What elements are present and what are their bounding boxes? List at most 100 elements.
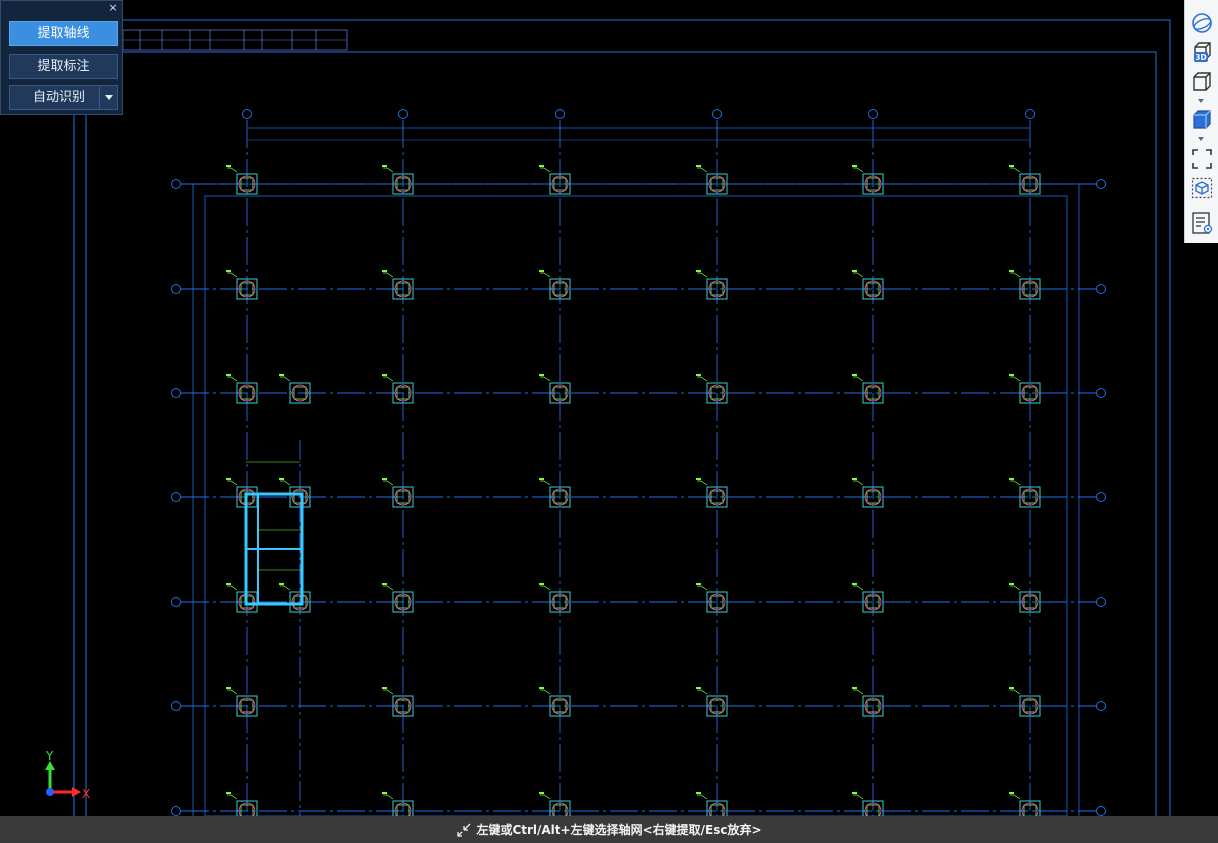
inner-frame-border (85, 51, 1157, 816)
column-tag (1009, 792, 1014, 794)
column-leader (383, 167, 394, 173)
column-tag (696, 270, 701, 272)
column-leader (280, 480, 291, 486)
ucs-x-label: X (82, 787, 90, 801)
status-bar: 左键或Ctrl/Alt+左键选择轴网<右键提取/Esc放弃> (0, 816, 1218, 843)
cad-drawing-canvas[interactable] (0, 0, 1184, 816)
axis-bubble (171, 597, 181, 607)
column-symbol (382, 374, 414, 404)
axis-grid (171, 109, 1106, 816)
column-symbol (226, 687, 258, 717)
extract-axis-button[interactable]: 提取轴线 (9, 21, 118, 46)
column-tag (226, 687, 231, 689)
3d-view-icon[interactable]: 3D (1190, 40, 1214, 64)
column-leader (540, 689, 551, 695)
column-symbol (1009, 478, 1041, 508)
layer-list-icon[interactable] (1190, 211, 1214, 235)
column-tag (1009, 583, 1014, 585)
axis-bubble (712, 109, 722, 119)
outer-frame-border (73, 19, 1171, 816)
column-symbol (696, 583, 728, 613)
column-tag (226, 165, 231, 167)
column-symbol (539, 270, 571, 300)
auto-recognize-label: 自动识别 (33, 90, 86, 105)
column-leader (697, 585, 708, 591)
column-tag (696, 478, 701, 480)
column-leader (1010, 272, 1021, 278)
column-leader (383, 585, 394, 591)
column-tag (539, 792, 544, 794)
column-symbol (226, 374, 258, 404)
sphere-view-icon[interactable] (1190, 11, 1214, 35)
column-symbol (696, 374, 728, 404)
column-symbol (382, 165, 414, 195)
select-cursor-icon (457, 823, 471, 837)
column-leader (697, 167, 708, 173)
column-leader (383, 794, 394, 800)
column-leader (853, 272, 864, 278)
column-tag (539, 270, 544, 272)
column-leader (227, 794, 238, 800)
column-tag (382, 270, 387, 272)
column-symbol (382, 687, 414, 717)
column-tag (1009, 165, 1014, 167)
dropdown-arrow-icon[interactable] (99, 86, 117, 109)
column-tag (226, 374, 231, 376)
extract-annotation-button[interactable]: 提取标注 (9, 54, 118, 79)
column-leader (540, 794, 551, 800)
right-view-toolbar: 3D (1184, 0, 1218, 243)
column-leader (280, 585, 291, 591)
column-leader (1010, 794, 1021, 800)
column-symbol (696, 687, 728, 717)
column-symbol (382, 270, 414, 300)
column-tag (382, 374, 387, 376)
column-symbol (539, 792, 571, 816)
column-tag (226, 583, 231, 585)
column-leader (697, 794, 708, 800)
column-leader (383, 272, 394, 278)
auto-recognize-button[interactable]: 自动识别 (9, 85, 118, 110)
column-symbol (226, 792, 258, 816)
column-leader (853, 480, 864, 486)
column-leader (853, 376, 864, 382)
isolate-icon[interactable] (1190, 176, 1214, 200)
column-tag (539, 165, 544, 167)
drawing-frame (73, 19, 1171, 816)
column-leader (853, 585, 864, 591)
column-leader (697, 689, 708, 695)
column-symbol (539, 478, 571, 508)
axis-bubble (171, 284, 181, 294)
shading-dropdown-icon[interactable] (1198, 137, 1204, 141)
axis-bubble (242, 109, 252, 119)
column-symbol (1009, 165, 1041, 195)
fit-view-icon[interactable] (1190, 147, 1214, 171)
column-symbol (279, 583, 311, 613)
close-icon[interactable]: × (107, 2, 119, 14)
column-tag (382, 478, 387, 480)
column-leader (540, 376, 551, 382)
3d-label: 3D (1195, 53, 1206, 62)
wireframe-box-icon[interactable] (1190, 70, 1214, 94)
column-symbol (226, 583, 258, 613)
column-leader (1010, 167, 1021, 173)
column-leader (1010, 585, 1021, 591)
view-mode-dropdown-icon[interactable] (1198, 99, 1204, 103)
column-symbol (696, 792, 728, 816)
stair-detail (244, 461, 304, 606)
axis-bubble (1025, 109, 1035, 119)
axis-bubble (1096, 806, 1106, 816)
column-tag (539, 374, 544, 376)
column-symbol (382, 478, 414, 508)
column-symbol (852, 687, 884, 717)
column-tag (696, 792, 701, 794)
solid-box-icon[interactable] (1190, 108, 1214, 132)
ucs-axis-indicator: Y X (45, 749, 90, 801)
column-symbol (1009, 792, 1041, 816)
column-symbol (539, 687, 571, 717)
axis-bubble (1096, 284, 1106, 294)
column-tag (852, 270, 857, 272)
column-tag (852, 792, 857, 794)
column-leader (697, 272, 708, 278)
axis-bubble (1096, 388, 1106, 398)
column-tag (226, 270, 231, 272)
